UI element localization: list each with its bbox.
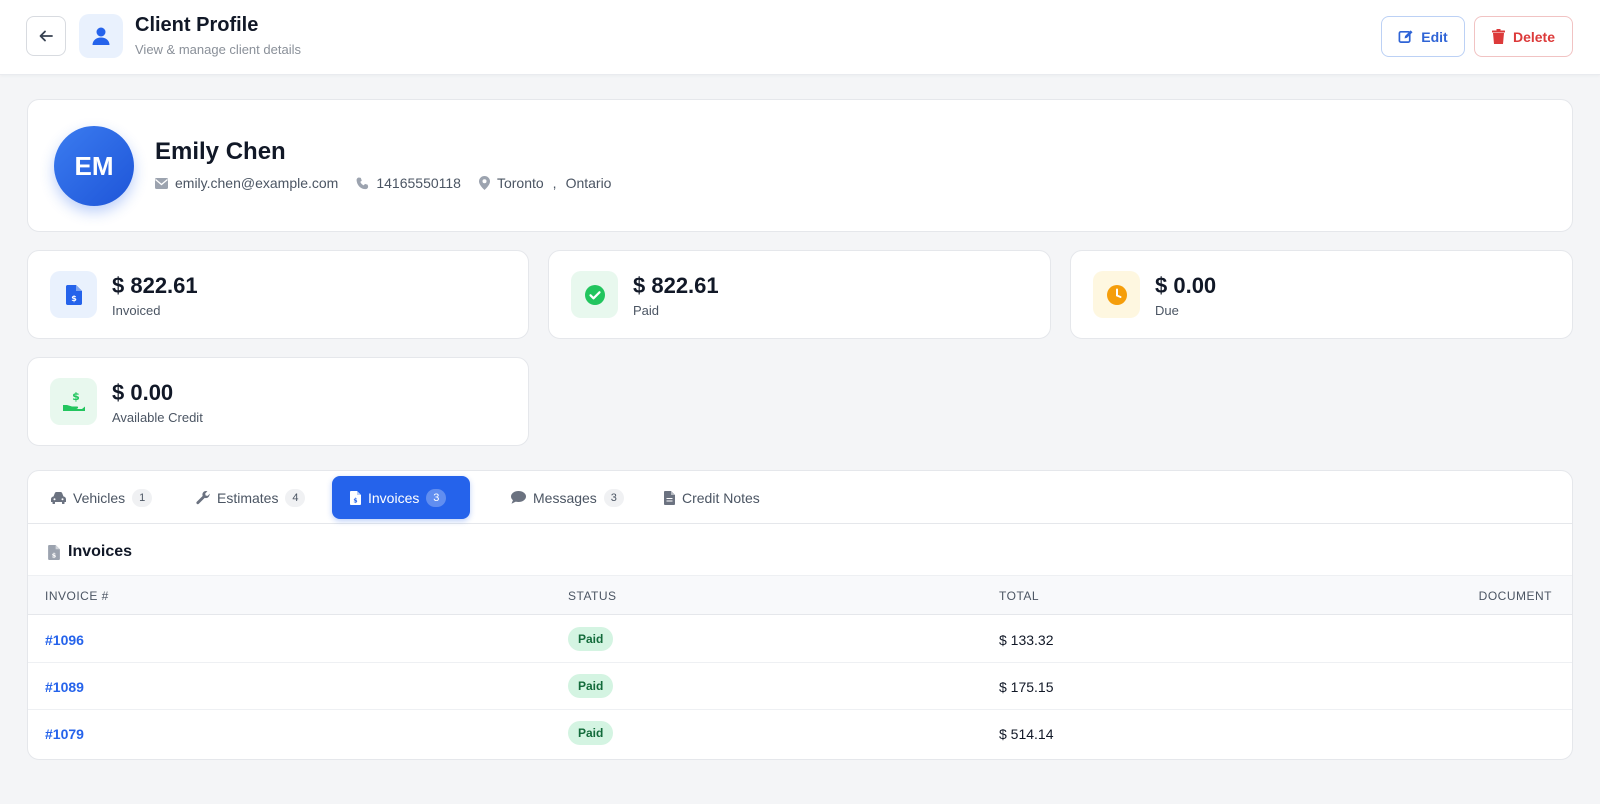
location-separator: , bbox=[552, 175, 557, 191]
invoices-section-title: $ Invoices bbox=[48, 543, 132, 561]
svg-text:$: $ bbox=[52, 551, 57, 559]
table-row: #1096 Paid $ 133.32 bbox=[28, 616, 1572, 663]
invoice-total: $ 133.32 bbox=[999, 632, 1054, 648]
column-header-document: DOCUMENT bbox=[1478, 589, 1552, 603]
tab-estimates-count: 4 bbox=[285, 488, 306, 507]
tab-messages-count: 3 bbox=[603, 488, 624, 507]
invoice-link[interactable]: #1089 bbox=[45, 679, 84, 695]
invoice-icon: $ bbox=[350, 490, 361, 505]
table-row: #1089 Paid $ 175.15 bbox=[28, 663, 1572, 710]
status-badge: Paid bbox=[568, 674, 614, 698]
client-phone-text: 14165550118 bbox=[376, 175, 461, 191]
arrow-left-icon bbox=[39, 30, 53, 42]
avatar: EM bbox=[54, 126, 134, 206]
invoice-link[interactable]: #1079 bbox=[45, 726, 84, 742]
back-button[interactable] bbox=[26, 16, 66, 56]
tab-bar: Vehicles 1 Estimates 4 $ Invoices 3 Mess… bbox=[28, 471, 1572, 524]
document-icon bbox=[664, 490, 675, 505]
page-subtitle: View & manage client details bbox=[135, 42, 301, 57]
invoice-icon: $ bbox=[48, 544, 60, 560]
client-province: Ontario bbox=[565, 175, 612, 191]
delete-label: Delete bbox=[1512, 28, 1556, 45]
column-header-status: STATUS bbox=[568, 589, 617, 603]
client-contact-info: emily.chen@example.com 14165550118 Toron… bbox=[155, 175, 629, 191]
tab-invoices[interactable]: $ Invoices 3 bbox=[332, 476, 470, 519]
invoices-table-header: INVOICE # STATUS TOTAL DOCUMENT bbox=[28, 575, 1572, 615]
top-header: Client Profile View & manage client deta… bbox=[0, 0, 1600, 75]
client-location: Toronto , Ontario bbox=[478, 175, 612, 191]
tab-vehicles[interactable]: Vehicles 1 bbox=[33, 476, 170, 519]
hand-dollar-icon: $ bbox=[50, 378, 97, 425]
svg-text:$: $ bbox=[72, 391, 80, 403]
svg-text:$: $ bbox=[71, 294, 77, 303]
stat-label-due: Due bbox=[1155, 303, 1179, 318]
status-badge: Paid bbox=[568, 721, 614, 745]
tab-estimates[interactable]: Estimates 4 bbox=[178, 476, 323, 519]
delete-button[interactable]: Delete bbox=[1474, 16, 1573, 57]
stat-value-available-credit: $ 0.00 bbox=[112, 380, 174, 405]
client-name: Emily Chen bbox=[155, 138, 286, 165]
map-pin-icon bbox=[478, 176, 490, 190]
tab-invoices-label: Invoices bbox=[368, 489, 420, 506]
tab-invoices-count: 3 bbox=[426, 488, 447, 507]
status-badge: Paid bbox=[568, 627, 614, 651]
tab-credit-notes[interactable]: Credit Notes bbox=[646, 476, 778, 519]
invoice-total: $ 514.14 bbox=[999, 726, 1054, 742]
tab-credit-notes-label: Credit Notes bbox=[682, 489, 760, 506]
user-icon bbox=[79, 14, 123, 58]
edit-label: Edit bbox=[1421, 28, 1448, 45]
tab-messages[interactable]: Messages 3 bbox=[493, 476, 642, 519]
edit-icon bbox=[1398, 30, 1413, 43]
client-phone: 14165550118 bbox=[356, 175, 461, 191]
stat-card-due: $ 0.00 Due bbox=[1070, 250, 1573, 339]
tab-vehicles-label: Vehicles bbox=[73, 489, 126, 506]
invoice-dollar-icon: $ bbox=[50, 271, 97, 318]
stat-label-paid: Paid bbox=[633, 303, 660, 318]
invoice-total: $ 175.15 bbox=[999, 679, 1054, 695]
column-header-invoice: INVOICE # bbox=[45, 589, 109, 603]
invoice-link[interactable]: #1096 bbox=[45, 632, 84, 648]
client-email: emily.chen@example.com bbox=[155, 175, 338, 191]
column-header-total: TOTAL bbox=[999, 589, 1040, 603]
svg-text:$: $ bbox=[353, 497, 357, 504]
stat-card-invoiced: $ $ 822.61 Invoiced bbox=[27, 250, 529, 339]
stat-label-available-credit: Available Credit bbox=[112, 410, 203, 425]
clock-icon bbox=[1093, 271, 1140, 318]
stat-card-paid: $ 822.61 Paid bbox=[548, 250, 1051, 339]
comment-icon bbox=[511, 491, 526, 504]
client-email-text: emily.chen@example.com bbox=[175, 175, 339, 191]
table-row: #1079 Paid $ 514.14 bbox=[28, 710, 1572, 757]
stat-value-paid: $ 822.61 bbox=[633, 273, 719, 298]
wrench-icon bbox=[196, 490, 210, 504]
envelope-icon bbox=[155, 177, 168, 189]
stat-value-due: $ 0.00 bbox=[1155, 273, 1217, 298]
car-icon bbox=[51, 491, 66, 504]
client-tabs-card: Vehicles 1 Estimates 4 $ Invoices 3 Mess… bbox=[27, 470, 1573, 760]
trash-icon bbox=[1491, 29, 1505, 44]
tab-estimates-label: Estimates bbox=[217, 489, 279, 506]
stat-card-available-credit: $ $ 0.00 Available Credit bbox=[27, 357, 529, 446]
invoices-title-text: Invoices bbox=[68, 543, 133, 560]
tab-vehicles-count: 1 bbox=[132, 488, 153, 507]
phone-icon bbox=[356, 176, 369, 189]
client-city: Toronto bbox=[496, 175, 544, 191]
stat-value-invoiced: $ 822.61 bbox=[112, 273, 198, 298]
client-profile-card: EM Emily Chen emily.chen@example.com 141… bbox=[27, 99, 1573, 232]
page-title: Client Profile bbox=[135, 14, 259, 36]
tab-messages-label: Messages bbox=[533, 489, 597, 506]
check-circle-icon bbox=[571, 271, 618, 318]
stat-label-invoiced: Invoiced bbox=[112, 303, 161, 318]
edit-button[interactable]: Edit bbox=[1381, 16, 1465, 57]
